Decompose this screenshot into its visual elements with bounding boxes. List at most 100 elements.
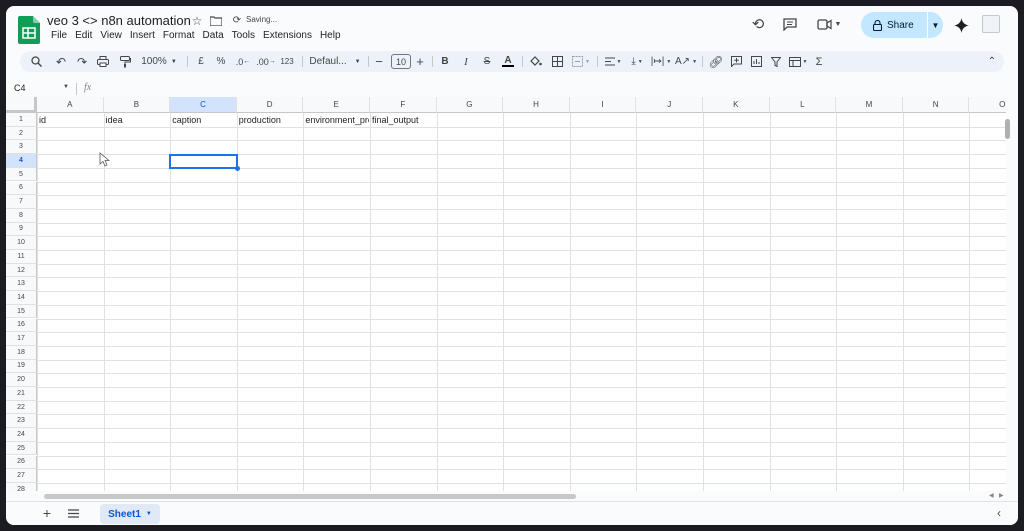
row-header-1[interactable]: 1 [6, 113, 37, 127]
cell-f1[interactable]: final_output [370, 114, 436, 127]
strikethrough-button[interactable]: S [480, 51, 494, 72]
column-header-k[interactable]: K [703, 97, 770, 113]
cell-d1[interactable]: production [237, 114, 303, 127]
cell-a1[interactable]: id [37, 114, 103, 127]
column-header-b[interactable]: B [103, 97, 171, 113]
row-header-9[interactable]: 9 [6, 222, 37, 237]
increase-decimal-button[interactable]: .00 → [256, 51, 276, 72]
column-header-f[interactable]: F [370, 97, 437, 113]
menu-data[interactable]: Data [199, 29, 228, 43]
text-color-button[interactable]: A [501, 51, 515, 72]
all-sheets-icon[interactable] [66, 506, 80, 520]
fill-color-icon[interactable] [528, 51, 544, 72]
menu-tools[interactable]: Tools [228, 29, 259, 43]
row-header-11[interactable]: 11 [6, 250, 37, 264]
column-header-e[interactable]: E [303, 97, 370, 113]
menu-insert[interactable]: Insert [126, 29, 159, 43]
undo-icon[interactable]: ↶ [53, 51, 69, 72]
row-header-12[interactable]: 12 [6, 263, 37, 278]
cell-e1[interactable]: environment_prompt [303, 114, 369, 127]
row-header-8[interactable]: 8 [6, 208, 37, 223]
row-header-17[interactable]: 17 [6, 332, 37, 346]
row-header-24[interactable]: 24 [6, 428, 37, 442]
column-header-g[interactable]: G [436, 97, 504, 113]
filter-views-button[interactable]: ▼ [786, 51, 810, 72]
account-avatar[interactable] [982, 15, 1000, 33]
row-header-16[interactable]: 16 [6, 318, 37, 333]
vertical-align-button[interactable]: ⤓ ▼ [626, 51, 648, 72]
move-folder-icon[interactable] [209, 14, 223, 28]
row-header-18[interactable]: 18 [6, 345, 37, 360]
font-size-input[interactable]: 10 [391, 54, 411, 69]
bold-button[interactable]: B [438, 51, 452, 72]
gemini-icon[interactable] [952, 16, 970, 34]
row-header-28[interactable]: 28 [6, 482, 37, 491]
horizontal-scrollbar[interactable] [44, 494, 576, 499]
cell-b1[interactable]: idea [104, 114, 170, 127]
column-header-d[interactable]: D [236, 97, 304, 113]
fill-handle[interactable] [234, 165, 240, 171]
horizontal-align-button[interactable]: ▼ [602, 51, 624, 72]
selected-cell-outline[interactable] [169, 154, 238, 169]
menu-view[interactable]: View [96, 29, 126, 43]
menu-extensions[interactable]: Extensions [259, 29, 316, 43]
spreadsheet-grid[interactable]: A B C D E F G H I J K L M N O 1 2 3 4 5 6 7 8 9 10 11 12 13 14 15 16 17… [6, 97, 1006, 491]
filter-icon[interactable] [769, 51, 783, 72]
add-sheet-icon[interactable]: + [40, 505, 54, 521]
row-header-7[interactable]: 7 [6, 195, 37, 209]
row-header-23[interactable]: 23 [6, 414, 37, 429]
share-button[interactable]: Share ▼ [861, 12, 943, 38]
insert-link-icon[interactable]: 🔗︎ [708, 51, 724, 72]
name-box-dropdown-icon[interactable]: ▼ [63, 84, 69, 90]
row-header-20[interactable]: 20 [6, 373, 37, 387]
column-header-n[interactable]: N [902, 97, 970, 113]
font-size-decrease-button[interactable]: − [373, 51, 385, 72]
row-header-22[interactable]: 22 [6, 400, 37, 415]
row-header-14[interactable]: 14 [6, 291, 37, 305]
document-title[interactable]: veo 3 <> n8n automation [47, 13, 191, 28]
row-header-26[interactable]: 26 [6, 455, 37, 470]
row-header-27[interactable]: 27 [6, 469, 37, 483]
sheets-logo-icon[interactable] [18, 16, 40, 44]
currency-format-button[interactable]: £ [194, 51, 208, 72]
collapse-menus-icon[interactable]: ⌃ [984, 51, 1000, 72]
zoom-select[interactable]: 100% ▼ [138, 51, 180, 72]
name-box[interactable]: C4 [14, 83, 26, 93]
row-header-19[interactable]: 19 [6, 359, 37, 374]
borders-icon[interactable] [549, 51, 565, 72]
row-header-4[interactable]: 4 [6, 154, 37, 168]
row-header-25[interactable]: 25 [6, 441, 37, 456]
text-rotation-button[interactable]: A↗ ▼ [675, 51, 697, 72]
column-header-o[interactable]: O [969, 97, 1006, 113]
redo-icon[interactable]: ↷ [74, 51, 90, 72]
row-header-21[interactable]: 21 [6, 387, 37, 401]
italic-button[interactable]: I [459, 51, 473, 72]
row-header-15[interactable]: 15 [6, 304, 37, 319]
font-size-increase-button[interactable]: + [414, 51, 426, 72]
merge-cells-button[interactable]: ▼ [570, 51, 592, 72]
sheet-tab-sheet1[interactable]: Sheet1 ▼ [100, 504, 160, 524]
column-header-i[interactable]: I [569, 97, 637, 113]
scroll-left-arrow-icon[interactable]: ◀ [989, 492, 994, 499]
meet-button[interactable]: ▼ [816, 15, 842, 33]
row-header-2[interactable]: 2 [6, 126, 37, 141]
row-header-6[interactable]: 6 [6, 181, 37, 196]
percent-format-button[interactable]: % [214, 51, 228, 72]
column-header-h[interactable]: H [503, 97, 570, 113]
insert-comment-icon[interactable] [728, 51, 744, 72]
column-header-m[interactable]: M [836, 97, 903, 113]
column-header-c[interactable]: C [170, 97, 237, 113]
row-header-3[interactable]: 3 [6, 140, 37, 155]
row-header-10[interactable]: 10 [6, 236, 37, 250]
paint-format-icon[interactable] [117, 51, 133, 72]
functions-button[interactable]: Σ [812, 51, 826, 72]
insert-chart-icon[interactable] [748, 51, 764, 72]
comments-icon[interactable] [781, 15, 799, 33]
star-icon[interactable]: ☆ [190, 14, 204, 28]
text-wrap-button[interactable]: |↦| ▼ [650, 51, 672, 72]
vertical-scrollbar[interactable] [1005, 119, 1010, 139]
row-header-13[interactable]: 13 [6, 277, 37, 292]
cell-c1[interactable]: caption [170, 114, 236, 127]
row-header-5[interactable]: 5 [6, 167, 37, 182]
menu-edit[interactable]: Edit [71, 29, 96, 43]
